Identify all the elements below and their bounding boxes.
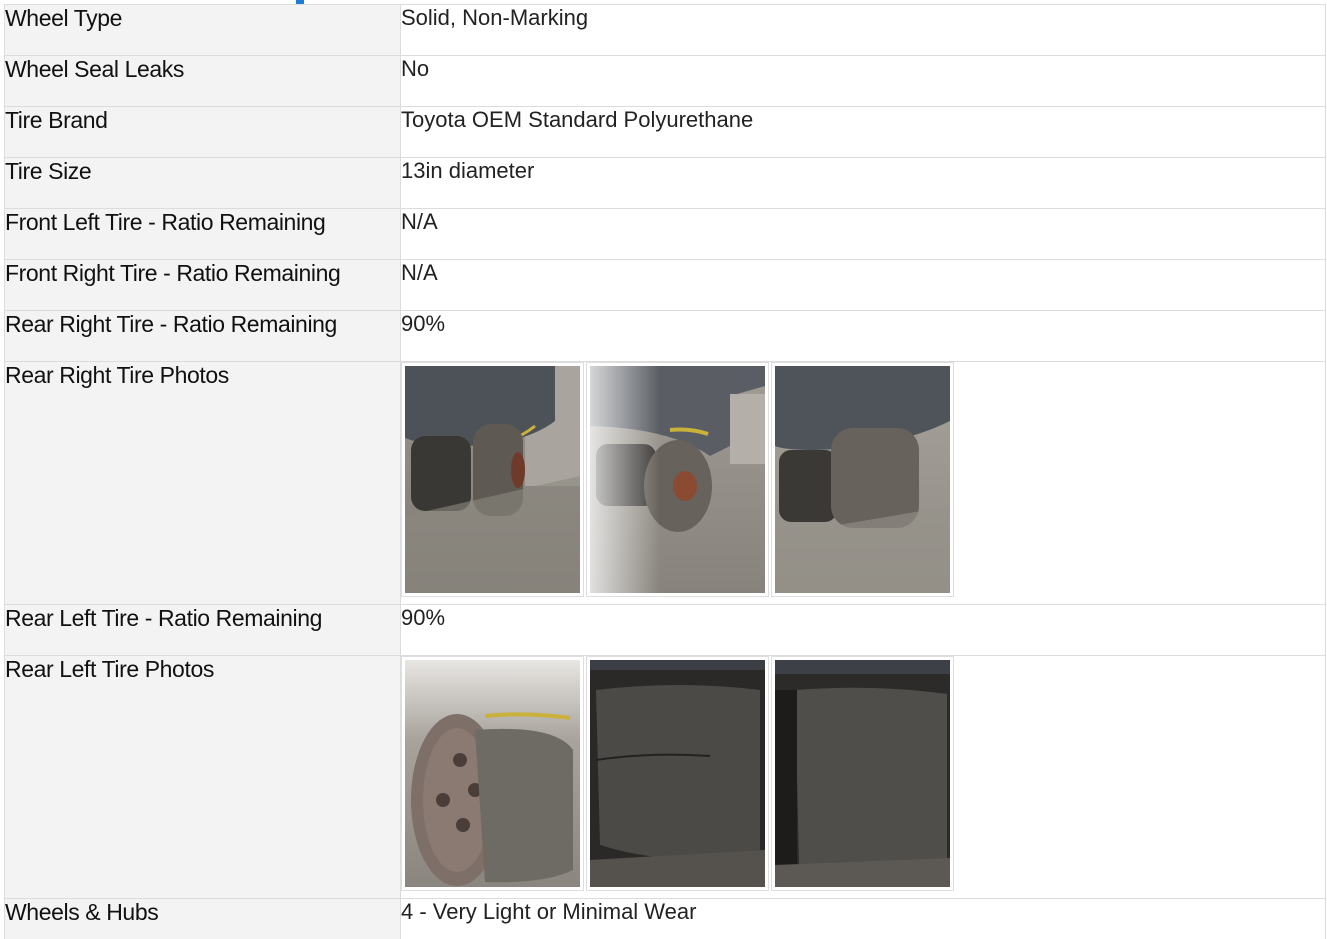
row-value: 90% [400,604,1326,656]
row-label: Rear Right Tire - Ratio Remaining [4,310,401,362]
tire-inspection-table: Wheel Type Solid, Non-Marking Wheel Seal… [4,4,1326,939]
row-label: Wheels & Hubs [4,898,401,939]
row-label: Front Right Tire - Ratio Remaining [4,259,401,311]
table-row-front-right-ratio: Front Right Tire - Ratio Remaining N/A [4,259,1326,311]
inspection-report-page: Wheel Type Solid, Non-Marking Wheel Seal… [0,0,1327,939]
row-label: Tire Brand [4,106,401,158]
row-value: No [400,55,1326,107]
row-value: N/A [400,259,1326,311]
row-label: Wheel Seal Leaks [4,55,401,107]
tire-photo-thumbnail[interactable] [586,362,769,597]
photo-strip [401,656,1325,891]
table-row-rear-right-ratio: Rear Right Tire - Ratio Remaining 90% [4,310,1326,362]
photo-cell [400,655,1326,899]
tire-photo-image [590,660,765,887]
row-label: Front Left Tire - Ratio Remaining [4,208,401,260]
row-value: N/A [400,208,1326,260]
row-label: Tire Size [4,157,401,209]
photo-cell [400,361,1326,605]
table-row-tire-brand: Tire Brand Toyota OEM Standard Polyureth… [4,106,1326,158]
tire-photo-image [405,366,580,593]
tire-photo-image [590,366,765,593]
table-row-rear-right-photos: Rear Right Tire Photos [4,361,1326,605]
photo-strip [401,362,1325,597]
tire-photo-image [405,660,580,887]
tire-photo-image [775,366,950,593]
row-value: 4 - Very Light or Minimal Wear [400,898,1326,939]
row-label: Rear Right Tire Photos [4,361,401,605]
tire-photo-thumbnail[interactable] [586,656,769,891]
table-row-rear-left-photos: Rear Left Tire Photos [4,655,1326,899]
table-row-rear-left-ratio: Rear Left Tire - Ratio Remaining 90% [4,604,1326,656]
table-row-wheel-seal-leaks: Wheel Seal Leaks No [4,55,1326,107]
tire-photo-image [775,660,950,887]
row-label: Rear Left Tire - Ratio Remaining [4,604,401,656]
row-label: Wheel Type [4,4,401,56]
table-row-front-left-ratio: Front Left Tire - Ratio Remaining N/A [4,208,1326,260]
row-value: 90% [400,310,1326,362]
row-value: Toyota OEM Standard Polyurethane [400,106,1326,158]
row-value: 13in diameter [400,157,1326,209]
row-value: Solid, Non-Marking [400,4,1326,56]
table-row-wheel-type: Wheel Type Solid, Non-Marking [4,4,1326,56]
tire-photo-thumbnail[interactable] [401,362,584,597]
table-row-wheels-hubs: Wheels & Hubs 4 - Very Light or Minimal … [4,898,1326,939]
table-row-tire-size: Tire Size 13in diameter [4,157,1326,209]
row-label: Rear Left Tire Photos [4,655,401,899]
tire-photo-thumbnail[interactable] [771,656,954,891]
tire-photo-thumbnail[interactable] [401,656,584,891]
tire-photo-thumbnail[interactable] [771,362,954,597]
